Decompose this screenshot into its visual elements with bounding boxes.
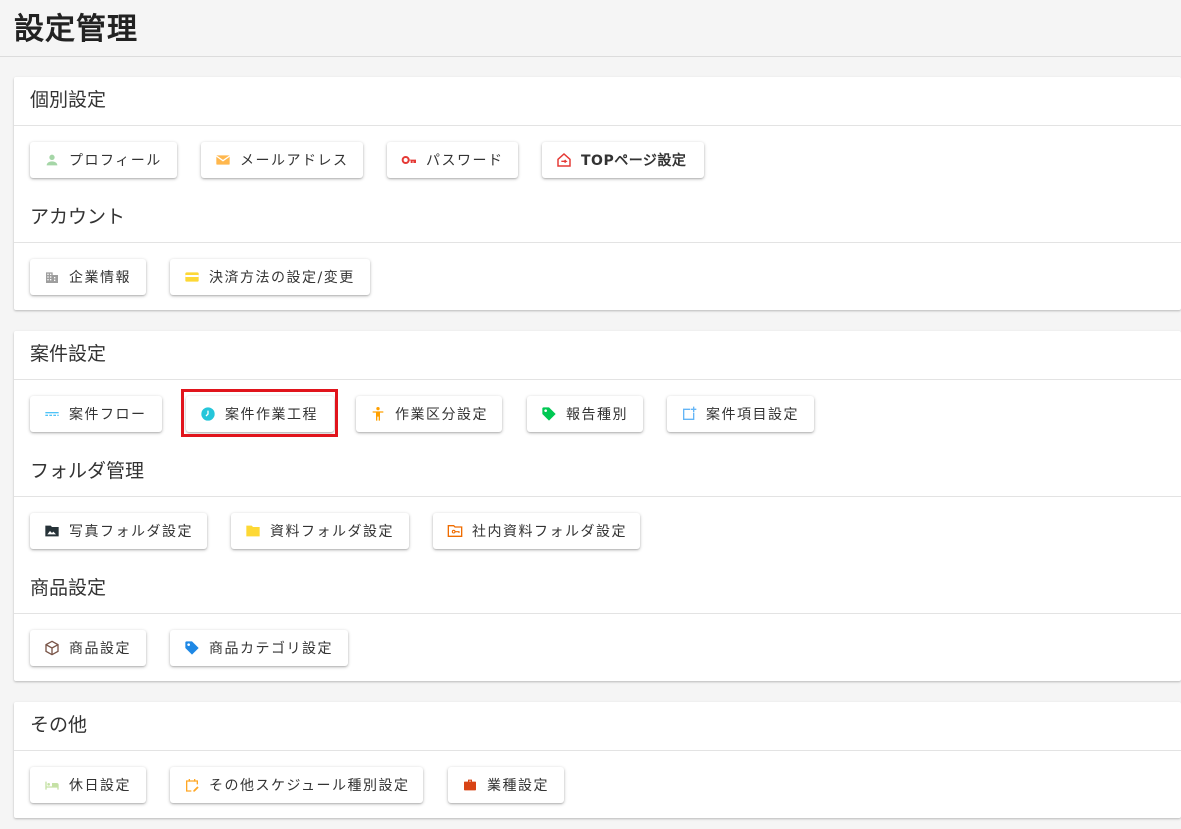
other-settings-card: その他 休日設定 その他スケジュール種別設定 業種設定: [14, 702, 1181, 818]
section-divider: [14, 125, 1181, 126]
email-label: メールアドレス: [240, 153, 349, 169]
email-button[interactable]: メールアドレス: [201, 142, 363, 178]
project-settings-card: 案件設定 案件フロー 案件作業工程 作業区分設定 報告種別 案件項目設定 フォル…: [14, 331, 1181, 681]
payment-method-button[interactable]: 決済方法の設定/変更: [170, 259, 370, 295]
photo-folder-settings-button[interactable]: 写真フォルダ設定: [30, 513, 207, 549]
product-settings-label: 商品設定: [69, 641, 131, 657]
figure-icon: [370, 406, 386, 422]
section-title-other: その他: [30, 714, 88, 736]
section-divider: [14, 613, 1181, 614]
clock-icon: [200, 406, 216, 422]
section-title-product: 商品設定: [30, 577, 107, 599]
box-icon: [44, 640, 60, 656]
company-info-label: 企業情報: [69, 270, 131, 286]
project-flow-label: 案件フロー: [69, 407, 147, 423]
key-icon: [401, 152, 417, 168]
password-button[interactable]: パスワード: [387, 142, 518, 178]
profile-label: プロフィール: [69, 153, 162, 169]
product-settings-button[interactable]: 商品設定: [30, 630, 146, 666]
industry-settings-label: 業種設定: [487, 778, 549, 794]
section-title-project: 案件設定: [30, 343, 107, 365]
internal-document-folder-settings-button[interactable]: 社内資料フォルダ設定: [433, 513, 640, 549]
briefcase-icon: [462, 777, 478, 793]
other-schedule-type-settings-label: その他スケジュール種別設定: [209, 778, 410, 794]
section-title-personal: 個別設定: [30, 89, 107, 111]
profile-button[interactable]: プロフィール: [30, 142, 177, 178]
tag-icon: [541, 406, 557, 422]
category-tag-icon: [184, 640, 200, 656]
section-divider: [14, 496, 1181, 497]
personal-settings-card: 個別設定 プロフィール メールアドレス パスワード TOPページ設定 アカウント…: [14, 77, 1181, 310]
section-divider: [14, 379, 1181, 380]
photo-icon: [44, 523, 60, 539]
photo-folder-settings-label: 写真フォルダ設定: [69, 524, 193, 540]
email-icon: [215, 152, 231, 168]
work-category-settings-label: 作業区分設定: [395, 407, 488, 423]
document-folder-settings-button[interactable]: 資料フォルダ設定: [231, 513, 409, 549]
holiday-settings-button[interactable]: 休日設定: [30, 767, 146, 803]
bed-icon: [44, 777, 60, 793]
project-flow-button[interactable]: 案件フロー: [30, 396, 162, 432]
company-info-button[interactable]: 企業情報: [30, 259, 146, 295]
report-type-label: 報告種別: [566, 407, 628, 423]
project-work-process-button[interactable]: 案件作業工程: [186, 396, 334, 432]
person-icon: [44, 152, 60, 168]
calendar-edit-icon: [184, 777, 200, 793]
section-divider: [14, 242, 1181, 243]
credit-card-icon: [184, 269, 200, 285]
shared-folder-icon: [447, 523, 463, 539]
folder-icon: [245, 523, 261, 539]
other-schedule-type-settings-button[interactable]: その他スケジュール種別設定: [170, 767, 423, 803]
add-box-icon: [681, 406, 697, 422]
product-category-settings-button[interactable]: 商品カテゴリ設定: [170, 630, 348, 666]
internal-document-folder-settings-label: 社内資料フォルダ設定: [472, 524, 627, 540]
section-title-account: アカウント: [30, 206, 126, 228]
home-icon: [556, 152, 572, 168]
project-item-settings-button[interactable]: 案件項目設定: [667, 396, 814, 432]
section-divider: [14, 750, 1181, 751]
holiday-settings-label: 休日設定: [69, 778, 131, 794]
project-work-process-label: 案件作業工程: [225, 407, 318, 423]
flow-icon: [44, 406, 60, 422]
section-title-folder: フォルダ管理: [30, 460, 145, 482]
project-item-settings-label: 案件項目設定: [706, 407, 799, 423]
building-icon: [44, 269, 60, 285]
product-category-settings-label: 商品カテゴリ設定: [209, 641, 333, 657]
top-page-settings-label: TOPページ設定: [581, 153, 687, 169]
page-title: 設定管理: [14, 12, 138, 47]
top-page-settings-button[interactable]: TOPページ設定: [542, 142, 704, 178]
title-divider: [0, 56, 1181, 57]
report-type-button[interactable]: 報告種別: [527, 396, 643, 432]
password-label: パスワード: [426, 153, 504, 169]
document-folder-settings-label: 資料フォルダ設定: [270, 524, 394, 540]
payment-method-label: 決済方法の設定/変更: [209, 270, 355, 286]
work-category-settings-button[interactable]: 作業区分設定: [356, 396, 502, 432]
industry-settings-button[interactable]: 業種設定: [448, 767, 564, 803]
